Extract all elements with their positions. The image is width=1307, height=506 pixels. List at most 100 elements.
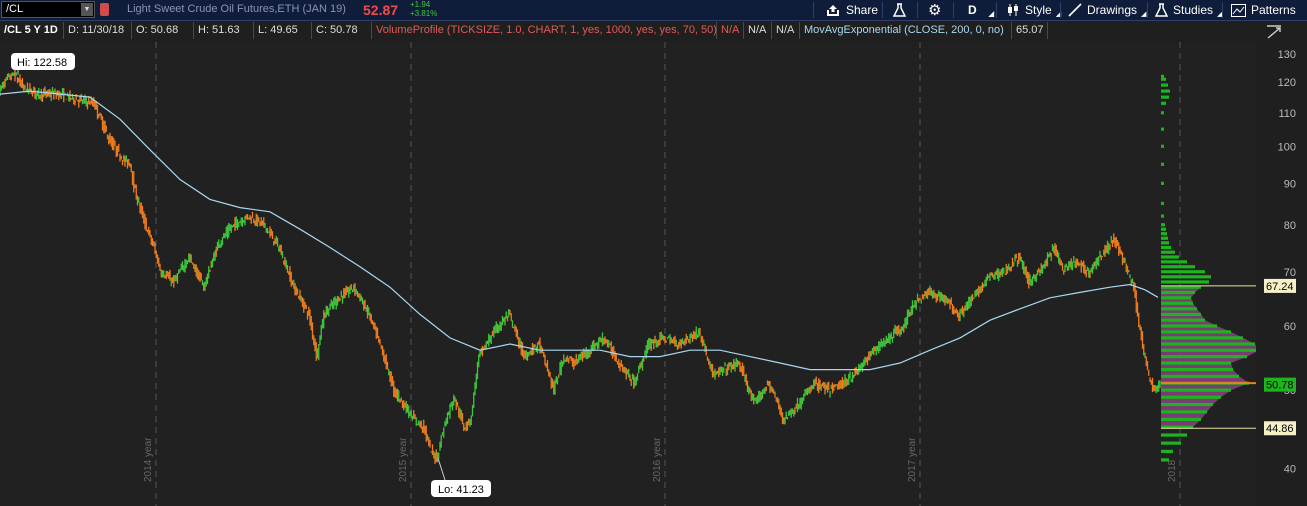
y-tick-label: 130: [1278, 49, 1296, 61]
studies-button[interactable]: Studies ◢: [1155, 0, 1222, 20]
patterns-icon: [1231, 3, 1246, 17]
chart-label[interactable]: /CL 5 Y 1D: [0, 22, 64, 39]
volume-profile-bar: [1161, 449, 1173, 454]
axis-marker-label: 50.78: [1266, 380, 1294, 392]
volume-profile-bar: [1161, 307, 1197, 311]
drawings-label: Drawings: [1087, 3, 1138, 17]
net-change: +1.94: [410, 0, 431, 9]
volume-profile-bar: [1161, 433, 1187, 437]
flag-icon[interactable]: [100, 3, 109, 16]
patterns-label: Patterns: [1251, 3, 1296, 17]
volume-profile-bar: [1161, 144, 1164, 148]
chart-info-bar: /CL 5 Y 1D D: 11/30/18 O: 50.68 H: 51.63…: [0, 22, 1256, 40]
axis-marker-label: 44.86: [1266, 423, 1294, 435]
volume-profile-bar: [1161, 236, 1168, 240]
share-label: Share: [846, 3, 879, 17]
instrument-description: Light Sweet Crude Oil Futures,ETH (JAN 1…: [127, 3, 346, 15]
flask-button[interactable]: [893, 0, 911, 20]
candlestick-icon: [1008, 4, 1018, 16]
volume-profile-bar: [1161, 241, 1169, 245]
volume-profile-bar: [1161, 181, 1164, 185]
volume-profile-bar: [1161, 127, 1164, 131]
vp-value-2: N/A: [744, 22, 772, 39]
volume-profile-bar: [1161, 255, 1179, 259]
x-axis-label: 2018: [1167, 459, 1178, 482]
plot-background: [0, 42, 1256, 506]
volume-profile-bar: [1161, 223, 1165, 227]
timeframe-label: D: [968, 3, 977, 17]
caret-down-icon: ◢: [988, 11, 995, 18]
flask-icon: [1155, 3, 1168, 17]
volume-profile-bar: [1161, 318, 1205, 322]
volume-profile-bar: [1161, 354, 1247, 359]
bar-open: O: 50.68: [132, 22, 194, 39]
x-axis-label: 2015 year: [398, 437, 409, 482]
volume-profile-bar: [1161, 374, 1239, 378]
divider: [1060, 2, 1061, 18]
vp-value-1: N/A: [717, 22, 744, 39]
x-axis-label: 2017 year: [907, 437, 918, 482]
caret-down-icon: ◢: [1141, 11, 1147, 18]
volume-profile-bar: [1161, 280, 1209, 284]
top-toolbar: /CL ▼ Light Sweet Crude Oil Futures,ETH …: [0, 0, 1307, 21]
patterns-button[interactable]: Patterns: [1231, 0, 1296, 20]
volume-profile-bar: [1161, 395, 1221, 399]
y-tick-label: 120: [1278, 77, 1296, 89]
y-tick-label: 80: [1284, 220, 1296, 232]
volume-profile-bar: [1161, 265, 1195, 269]
high-label: Hi: 122.58: [17, 57, 67, 69]
volume-profile-bar: [1161, 89, 1170, 93]
line-draw-icon: [1068, 3, 1082, 17]
symbol-selector[interactable]: /CL ▼: [1, 1, 95, 18]
volume-profile-bar: [1161, 312, 1201, 317]
ema-value: 65.07: [1012, 22, 1048, 39]
volume-profile-bar: [1161, 336, 1243, 340]
volume-profile-bar: [1161, 101, 1166, 105]
settings-button[interactable]: ⚙: [928, 0, 946, 20]
x-axis-label: 2016 year: [652, 437, 663, 482]
volume-profile-study[interactable]: VolumeProfile (TICKSIZE, 1.0, CHART, 1, …: [372, 22, 717, 39]
volume-profile-bar: [1161, 201, 1164, 206]
vp-value-3: N/A: [772, 22, 800, 39]
volume-profile-bar: [1161, 410, 1207, 414]
timeframe-button[interactable]: D ◢: [968, 0, 994, 20]
y-tick-label: 90: [1284, 178, 1296, 190]
divider: [1222, 2, 1223, 18]
divider: [996, 2, 997, 18]
bar-high: H: 51.63: [194, 22, 254, 39]
drawings-button[interactable]: Drawings ◢: [1068, 0, 1146, 20]
style-label: Style: [1025, 3, 1052, 17]
bar-date: D: 11/30/18: [64, 22, 132, 39]
volume-profile-bar: [1161, 301, 1193, 305]
ema-study[interactable]: MovAvgExponential (CLOSE, 200, 0, no): [800, 22, 1012, 39]
gear-icon: ⚙: [928, 2, 942, 19]
studies-label: Studies: [1173, 3, 1214, 17]
volume-profile-bar: [1161, 162, 1164, 166]
divider: [882, 2, 883, 18]
volume-profile-bar: [1161, 245, 1171, 250]
chevron-down-icon[interactable]: ▼: [81, 3, 93, 16]
divider: [917, 2, 918, 18]
bar-close: C: 50.78: [312, 22, 372, 39]
volume-profile-bar: [1161, 111, 1164, 115]
volume-profile-bar: [1161, 324, 1217, 328]
volume-profile-bar: [1161, 232, 1167, 236]
style-button[interactable]: Style ◢: [1006, 0, 1061, 20]
volume-profile-bar: [1161, 348, 1256, 352]
volume-profile-bar: [1161, 330, 1231, 334]
volume-profile-bar: [1161, 260, 1187, 264]
volume-profile-bar: [1161, 388, 1231, 392]
percent-change: +3.81%: [410, 9, 438, 18]
price-axis[interactable]: 130120110100908070605040 67.2450.7844.86: [1256, 42, 1307, 506]
volume-profile-bar: [1161, 290, 1195, 295]
volume-profile-bar: [1161, 214, 1164, 218]
volume-profile-bar: [1161, 402, 1213, 407]
volume-profile-bar: [1161, 270, 1205, 274]
share-button[interactable]: Share: [825, 0, 878, 20]
volume-profile-bar: [1161, 361, 1231, 365]
y-tick-label: 110: [1278, 108, 1296, 120]
price-chart[interactable]: 2014 year 2015 year 2016 year 2017 year 2018…: [0, 42, 1256, 506]
last-price: 52.87: [363, 2, 399, 18]
collapse-axis-icon[interactable]: [1265, 23, 1283, 41]
share-icon: [827, 4, 839, 16]
